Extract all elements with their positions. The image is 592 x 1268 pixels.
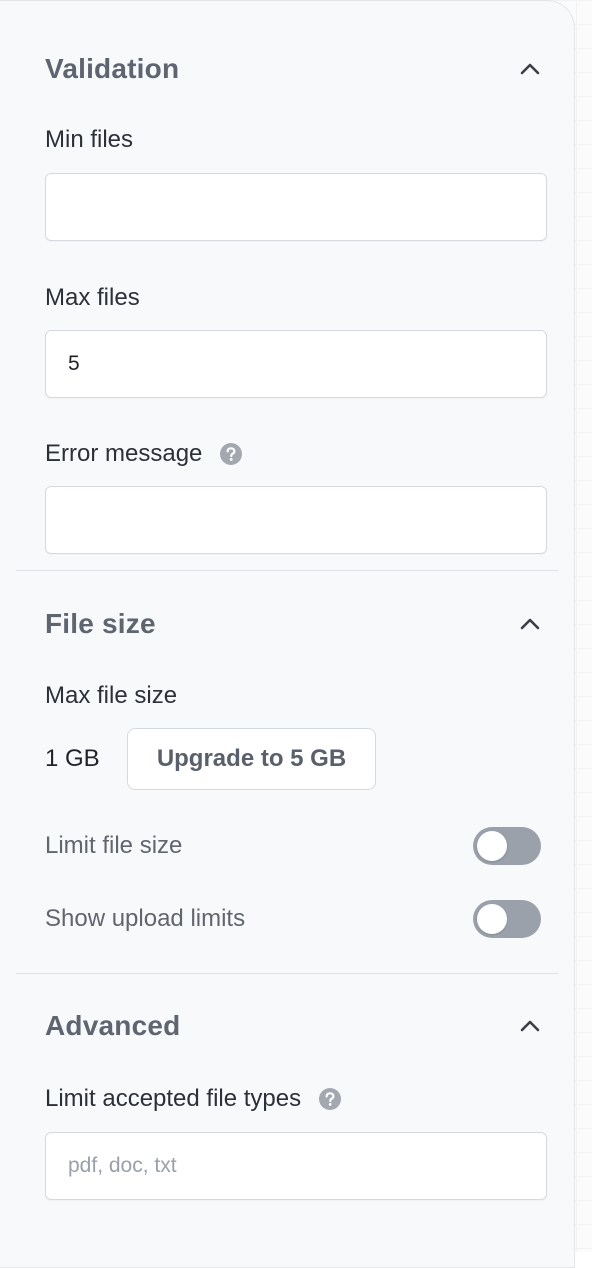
validation-title: Validation <box>45 53 180 84</box>
validation-section: Validation Min files Max files Error mes… <box>0 49 575 554</box>
chevron-up-icon[interactable] <box>517 604 543 644</box>
error-message-label: Error message <box>45 440 203 467</box>
advanced-section: Advanced Limit accepted file types <box>0 1006 575 1200</box>
section-divider <box>16 973 559 974</box>
toggle-knob <box>477 831 507 861</box>
accepted-types-label: Limit accepted file types <box>45 1085 302 1112</box>
file-size-title: File size <box>45 608 156 639</box>
accepted-types-input[interactable] <box>45 1132 547 1200</box>
show-upload-limits-toggle[interactable] <box>473 900 541 938</box>
chevron-up-icon[interactable] <box>517 49 543 89</box>
question-circle-icon[interactable] <box>220 443 243 465</box>
show-upload-limits-row: Show upload limits <box>45 899 575 939</box>
limit-file-size-row: Limit file size <box>45 826 575 866</box>
upgrade-button[interactable]: Upgrade to 5 GB <box>127 728 376 790</box>
section-divider <box>16 570 559 571</box>
file-size-section: File size Max file size 1 GB Upgrade to … <box>0 604 575 939</box>
limit-file-size-label: Limit file size <box>45 832 183 859</box>
question-circle-icon[interactable] <box>319 1088 342 1110</box>
chevron-up-icon[interactable] <box>517 1006 543 1046</box>
min-files-label: Min files <box>45 126 134 153</box>
error-message-label-row: Error message <box>45 439 575 469</box>
accepted-types-label-row: Limit accepted file types <box>45 1084 575 1114</box>
validation-header[interactable]: Validation <box>45 49 575 89</box>
min-files-input[interactable] <box>45 173 547 241</box>
max-file-size-label: Max file size <box>45 682 178 709</box>
file-size-header[interactable]: File size <box>45 604 575 644</box>
error-message-input[interactable] <box>45 486 547 554</box>
settings-panel: Validation Min files Max files Error mes… <box>0 0 575 1268</box>
max-file-size-value: 1 GB <box>45 745 100 772</box>
show-upload-limits-label: Show upload limits <box>45 905 246 932</box>
toggle-knob <box>477 904 507 934</box>
max-files-input[interactable] <box>45 330 547 398</box>
advanced-header[interactable]: Advanced <box>45 1006 575 1046</box>
limit-file-size-toggle[interactable] <box>473 827 541 865</box>
max-files-label: Max files <box>45 284 140 311</box>
max-file-size-row: 1 GB Upgrade to 5 GB <box>45 728 575 790</box>
advanced-title: Advanced <box>45 1010 181 1041</box>
